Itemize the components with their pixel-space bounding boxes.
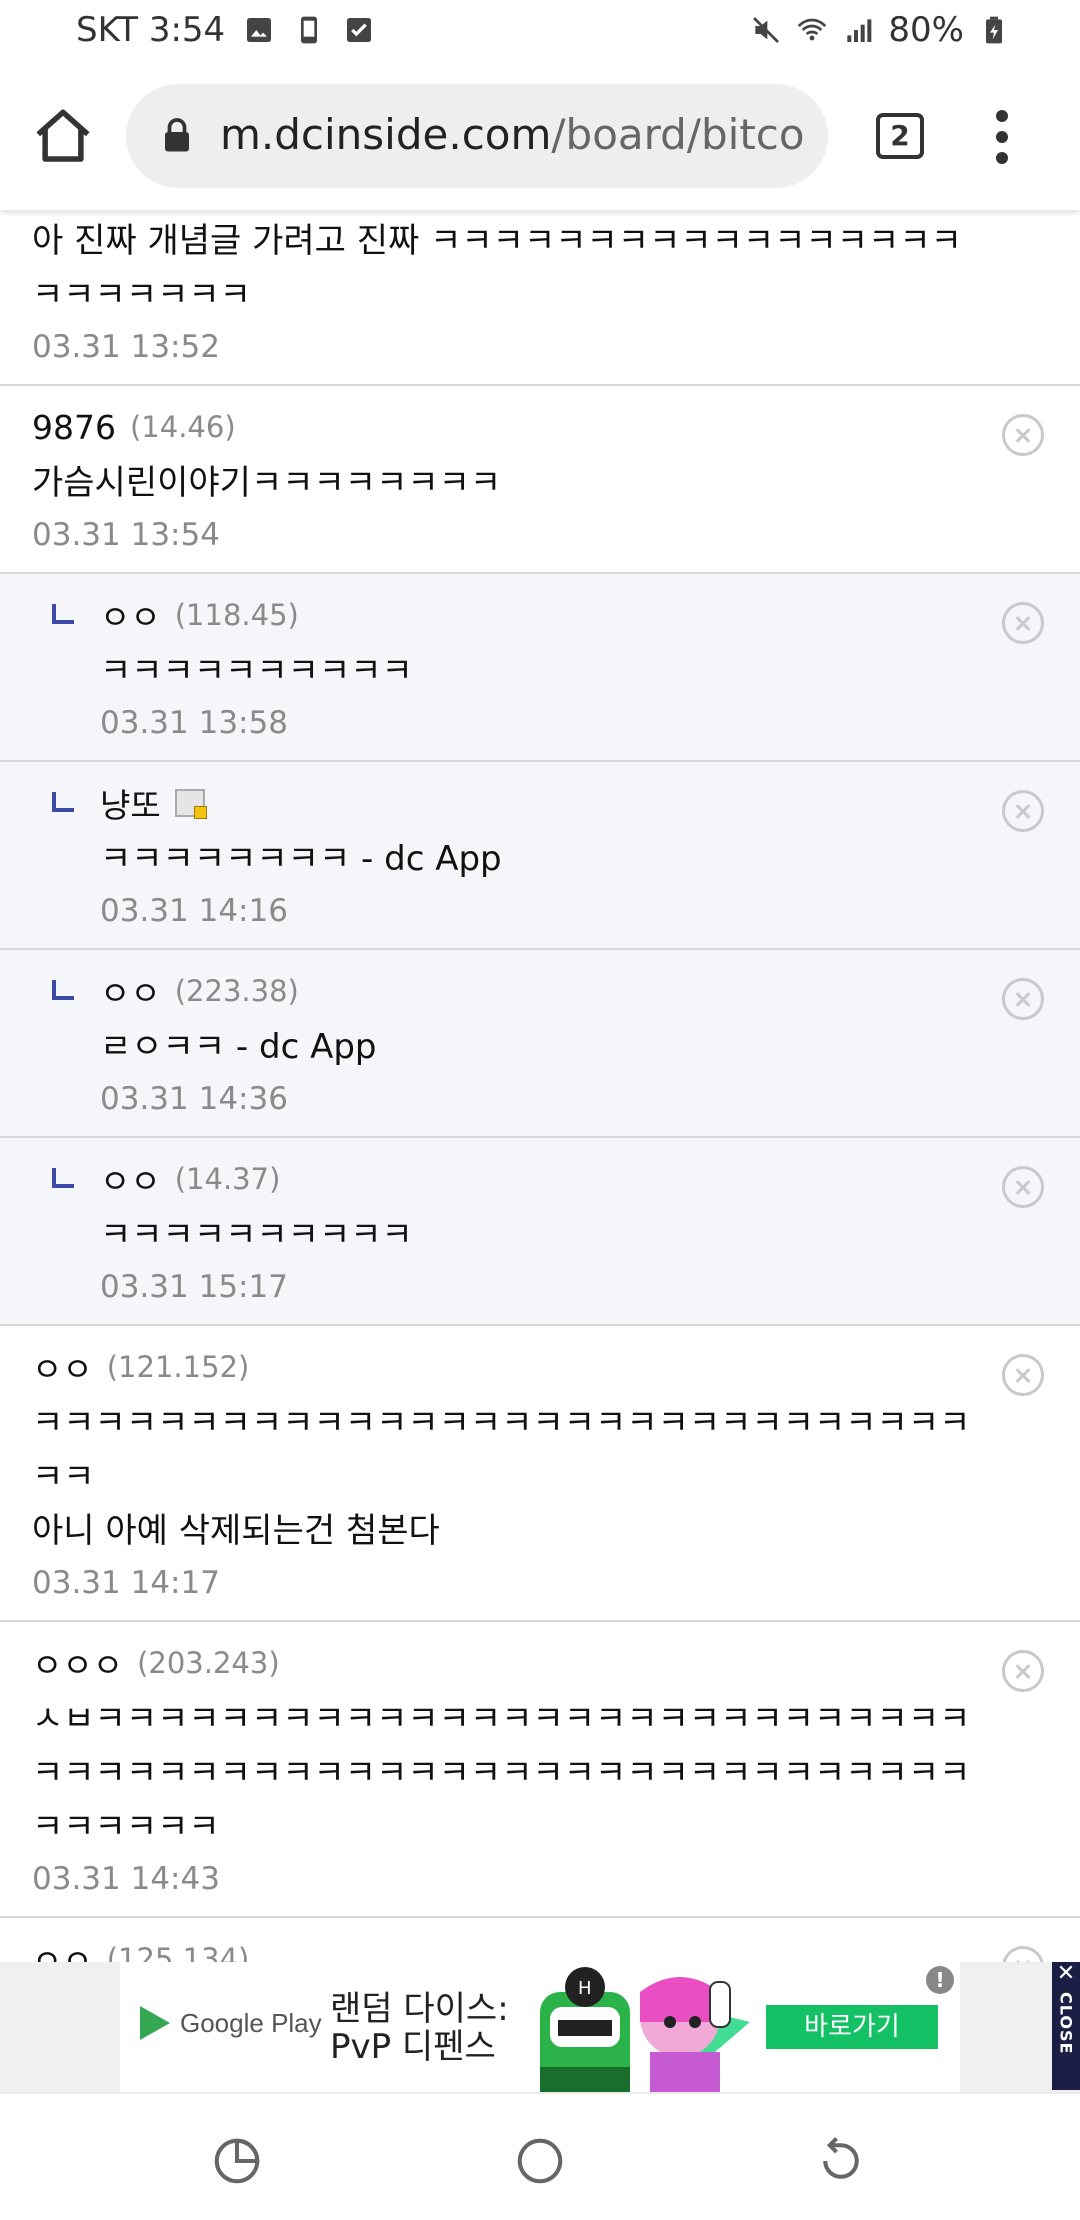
url-host: m.dcinside.com [220,110,552,159]
delete-comment-icon[interactable] [1002,602,1044,644]
comment-ip: (203.243) [137,1646,280,1680]
comment-ip: (14.46) [129,410,236,444]
comment-author: ㅇㅇ [100,598,161,637]
url-path: /board/bitco [551,110,805,159]
gallery-icon [247,18,272,42]
delete-comment-icon[interactable] [1002,1650,1044,1692]
comment-text: ㅋㅋㅋㅋㅋㅋㅋㅋㅋㅋㅋㅋㅋㅋㅋㅋㅋㅋㅋㅋㅋㅋㅋㅋㅋㅋㅋㅋㅋㅋㅋㅋ 아니 아예 삭… [32,1403,971,1551]
delete-comment-icon[interactable] [1002,1166,1044,1208]
checkbox-icon [347,18,372,42]
gallcon-badge-icon [174,789,207,819]
svg-text:H: H [578,1978,592,1999]
comment-date: 03.31 14:43 [32,1861,220,1897]
recent-apps-icon[interactable] [210,2134,264,2188]
comment-date: 03.31 15:17 [100,1269,288,1305]
ad-content[interactable]: Google Play 랜덤 다이스: PvP 디펜스 H 바로가기 ! [120,1962,960,2092]
comment-ip: (125.134) [106,1942,250,1962]
reply-item: ㅇㅇ (14.37) ㅋㅋㅋㅋㅋㅋㅋㅋㅋㅋ 03.31 15:17 [0,1138,1080,1326]
mute-icon [753,17,780,43]
home-nav-icon[interactable] [513,2134,567,2188]
ad-info-icon[interactable]: ! [926,1966,954,1994]
battery-percent: 80% [888,10,964,50]
comment-author: ㅇㅇ [100,974,161,1013]
comment-ip: (118.45) [174,598,299,632]
comment-text: 가슴시린이야기ㅋㅋㅋㅋㅋㅋㅋㅋ [32,463,502,503]
ad-title: 랜덤 다이스: PvP 디펜스 [330,1990,509,2066]
comment-author: ㅇㅇ [100,1162,161,1201]
comment-date: 03.31 13:54 [32,517,220,553]
reply-item: ㅇㅇ (118.45) ㅋㅋㅋㅋㅋㅋㅋㅋㅋㅋ 03.31 13:58 [0,574,1080,762]
reply-arrow-icon [52,792,74,812]
more-menu-icon[interactable] [992,110,1012,170]
home-icon[interactable] [30,104,96,170]
comment-text: ㅋㅋㅋㅋㅋㅋㅋㅋ - dc App [100,839,502,879]
delete-comment-icon[interactable] [1002,1354,1044,1396]
close-icon: ✕ [1056,1961,1076,1986]
comment-item: ㅇㅇ (125.134) [0,1918,1080,1962]
lock-icon [165,118,189,152]
ad-title-line1: 랜덤 다이스: [330,1989,509,2029]
browser-toolbar: m.dcinside.com/board/bitco 2 [0,62,1080,210]
google-play-badge: Google Play [140,2006,322,2040]
delete-comment-icon[interactable] [1002,978,1044,1020]
url-field[interactable]: m.dcinside.com/board/bitco [126,84,828,188]
system-nav-bar [0,2092,1080,2220]
tab-switcher-button[interactable]: 2 [876,113,924,159]
reply-arrow-icon [52,1168,74,1188]
reply-arrow-icon [52,604,74,624]
signal-icon [847,19,872,42]
comment-date: 03.31 14:16 [100,893,288,929]
tablet-icon [301,16,318,44]
ad-close-button[interactable]: ✕ CLOSE [1052,1962,1080,2090]
comment-item: 9876 (14.46) 가슴시린이야기ㅋㅋㅋㅋㅋㅋㅋㅋ 03.31 13:54 [0,386,1080,574]
status-bar: SKT 3:54 80% [0,0,1080,62]
comment-ip: (121.152) [106,1350,250,1384]
comment-text: ㅋㅋㅋㅋㅋㅋㅋㅋㅋㅋ [100,651,413,691]
comment-author: 9876 [32,407,116,447]
comment-text: ㅋㅋㅋㅋㅋㅋㅋㅋㅋㅋ [100,1215,413,1255]
reply-item: ㅇㅇ (223.38) ㄹㅇㅋㅋ - dc App 03.31 14:36 [0,950,1080,1138]
carrier-time: SKT 3:54 [76,10,226,50]
comment-ip: (223.38) [174,974,299,1008]
delete-comment-icon[interactable] [1002,1946,1044,1962]
comment-text: 아 진짜 개념글 가려고 진짜 ㅋㅋㅋㅋㅋㅋㅋㅋㅋㅋㅋㅋㅋㅋㅋㅋㅋㅋㅋㅋㅋㅋㅋㅋ [32,221,962,315]
comment-text: ㅅㅂㅋㅋㅋㅋㅋㅋㅋㅋㅋㅋㅋㅋㅋㅋㅋㅋㅋㅋㅋㅋㅋㅋㅋㅋㅋㅋㅋㅋㅋㅋㅋㅋㅋㅋㅋㅋㅋㅋ… [32,1699,971,1847]
ad-close-label: CLOSE [1056,1992,1076,2055]
comment-item: ㅇㅇㅇ (203.243) ㅅㅂㅋㅋㅋㅋㅋㅋㅋㅋㅋㅋㅋㅋㅋㅋㅋㅋㅋㅋㅋㅋㅋㅋㅋㅋㅋ… [0,1622,1080,1918]
comment-author: ㅇㅇㅇ [32,1646,124,1685]
wifi-icon [798,18,827,41]
delete-comment-icon[interactable] [1002,790,1044,832]
comment-text: ㄹㅇㅋㅋ - dc App [100,1027,377,1067]
comment-date: 03.31 14:17 [32,1565,220,1601]
ad-title-line2: PvP 디펜스 [330,2027,496,2067]
comment-ip: (14.37) [174,1162,281,1196]
game-character-illustration: H [540,1967,750,2092]
comment-item: ㅇㅇ (121.152) ㅋㅋㅋㅋㅋㅋㅋㅋㅋㅋㅋㅋㅋㅋㅋㅋㅋㅋㅋㅋㅋㅋㅋㅋㅋㅋㅋㅋ… [0,1326,1080,1622]
battery-icon [986,16,1002,44]
comment-item: 아 진짜 개념글 가려고 진짜 ㅋㅋㅋㅋㅋㅋㅋㅋㅋㅋㅋㅋㅋㅋㅋㅋㅋㅋㅋㅋㅋㅋㅋㅋ… [0,210,1080,386]
comment-author: ㅇㅇ [32,1942,93,1962]
ad-store-label: Google Play [180,2007,322,2038]
ad-banner[interactable]: Google Play 랜덤 다이스: PvP 디펜스 H 바로가기 ! ✕ C… [0,1962,1080,2092]
ad-cta-button[interactable]: 바로가기 [766,2005,938,2049]
reply-arrow-icon [52,980,74,1000]
comment-author: ㅇㅇ [32,1350,93,1389]
url-text: m.dcinside.com/board/bitco [220,110,805,159]
reply-item: 냥또 ㅋㅋㅋㅋㅋㅋㅋㅋ - dc App 03.31 14:16 [0,762,1080,950]
delete-comment-icon[interactable] [1002,414,1044,456]
comment-list: 아 진짜 개념글 가려고 진짜 ㅋㅋㅋㅋㅋㅋㅋㅋㅋㅋㅋㅋㅋㅋㅋㅋㅋㅋㅋㅋㅋㅋㅋㅋ… [0,210,1080,1962]
back-icon[interactable] [814,2134,868,2188]
google-play-icon [140,2006,170,2040]
comment-date: 03.31 14:36 [100,1081,288,1117]
comment-date: 03.31 13:58 [100,705,288,741]
comment-date: 03.31 13:52 [32,329,220,365]
comment-author: 냥또 [100,786,161,825]
